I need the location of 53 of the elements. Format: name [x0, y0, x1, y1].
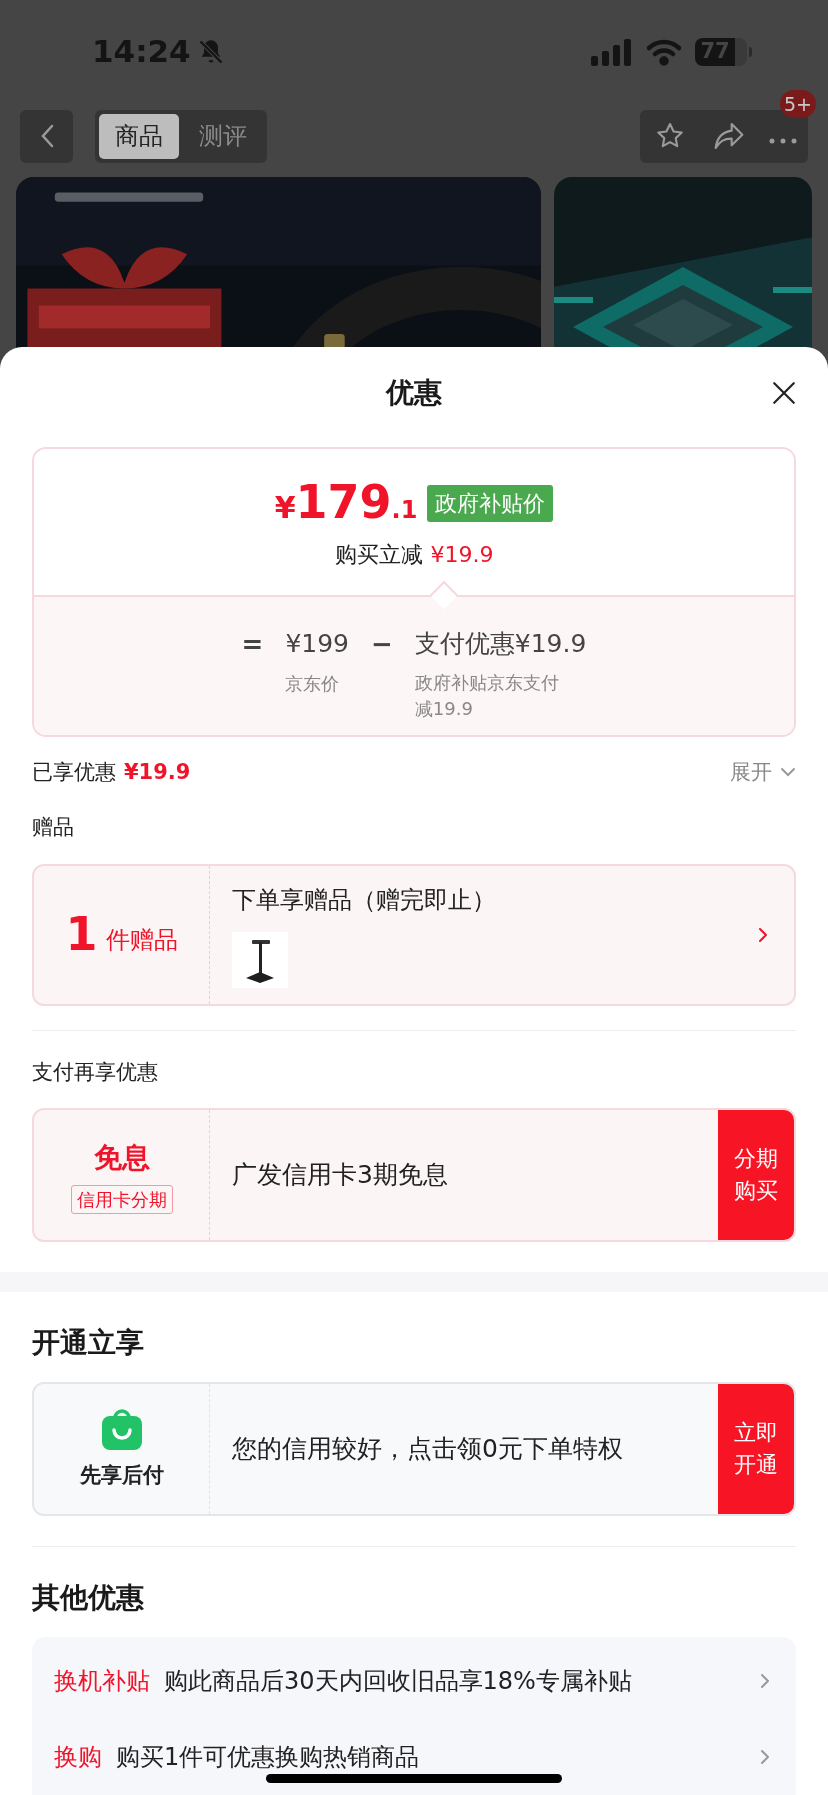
- interest-free-label: 免息: [93, 1139, 150, 1176]
- installment-offer-text: 广发信用卡3期免息: [232, 1159, 448, 1192]
- offer-tag: 换购: [54, 1739, 102, 1775]
- credit-installment-tag: 信用卡分期: [70, 1184, 173, 1214]
- chevron-right-icon: [760, 1673, 770, 1689]
- section-title: 开通立享: [31, 1325, 145, 1361]
- gift-count: 1: [65, 906, 98, 963]
- back-button[interactable]: [20, 109, 73, 163]
- close-icon: [771, 379, 797, 406]
- savings-label: 已享优惠: [32, 758, 116, 786]
- price-currency: ¥: [274, 488, 296, 527]
- payment-discount: 支付优惠¥19.9: [414, 627, 587, 660]
- subsidy-tag: 政府补贴价: [427, 484, 554, 522]
- pay-later-label: 先享后付: [79, 1462, 164, 1490]
- equals-sign: =: [241, 627, 264, 661]
- wifi-icon: [645, 37, 683, 66]
- share-icon: [713, 121, 745, 152]
- bell-off-icon: [196, 37, 225, 66]
- notification-badge: 5+: [780, 89, 816, 118]
- more-icon: [769, 138, 798, 145]
- offer-row[interactable]: 换机补贴 购此商品后30天内回收旧品享18%专属补贴: [32, 1643, 796, 1719]
- price-decimal: .1: [391, 494, 418, 526]
- savings-amount: ¥19.9: [124, 758, 191, 786]
- signal-icon: [591, 37, 633, 66]
- offer-row[interactable]: 换购 购买1件可优惠换购热销商品: [32, 1719, 796, 1795]
- offer-tag: 换机补贴: [54, 1663, 150, 1699]
- base-price: ¥199: [285, 627, 349, 660]
- installment-buy-button[interactable]: 分期购买: [718, 1110, 794, 1240]
- section-title: 其他优惠: [31, 1580, 145, 1616]
- payment-discount-note: 政府补贴京东支付减19.9: [414, 671, 560, 721]
- instant-discount-amount: ¥19.9: [430, 540, 494, 569]
- price-integer: 179: [295, 478, 392, 525]
- back-icon: [39, 124, 54, 149]
- pay-later-offer-text: 您的信用较好，点击领0元下单特权: [232, 1433, 623, 1466]
- instant-discount-label: 购买立减: [334, 540, 423, 569]
- section-title: 赠品: [31, 814, 75, 841]
- gift-headline: 下单享赠品（赠完即止）: [232, 884, 497, 916]
- sheet-title: 优惠: [386, 374, 442, 411]
- offer-text: 购此商品后30天内回收旧品享18%专属补贴: [164, 1666, 633, 1697]
- chevron-down-icon: [780, 767, 796, 778]
- minus-sign: −: [371, 627, 393, 661]
- tab[interactable]: 测评: [183, 113, 263, 159]
- section-title: 支付再享优惠: [31, 1058, 159, 1086]
- chevron-right-icon: [760, 1749, 770, 1765]
- activate-now-button[interactable]: 立即开通: [718, 1384, 794, 1514]
- tab[interactable]: 商品: [99, 113, 179, 159]
- base-price-label: 京东价: [285, 672, 340, 696]
- expand-button[interactable]: 展开: [730, 756, 796, 788]
- shopping-bag-icon: [101, 1406, 142, 1451]
- gift-count-unit: 件赠品: [105, 924, 178, 956]
- chevron-right-icon: [758, 926, 768, 943]
- offer-text: 购买1件可优惠换购热销商品: [116, 1742, 421, 1773]
- gift-card[interactable]: 1 件赠品 下单享赠品（赠完即止）: [32, 863, 796, 1006]
